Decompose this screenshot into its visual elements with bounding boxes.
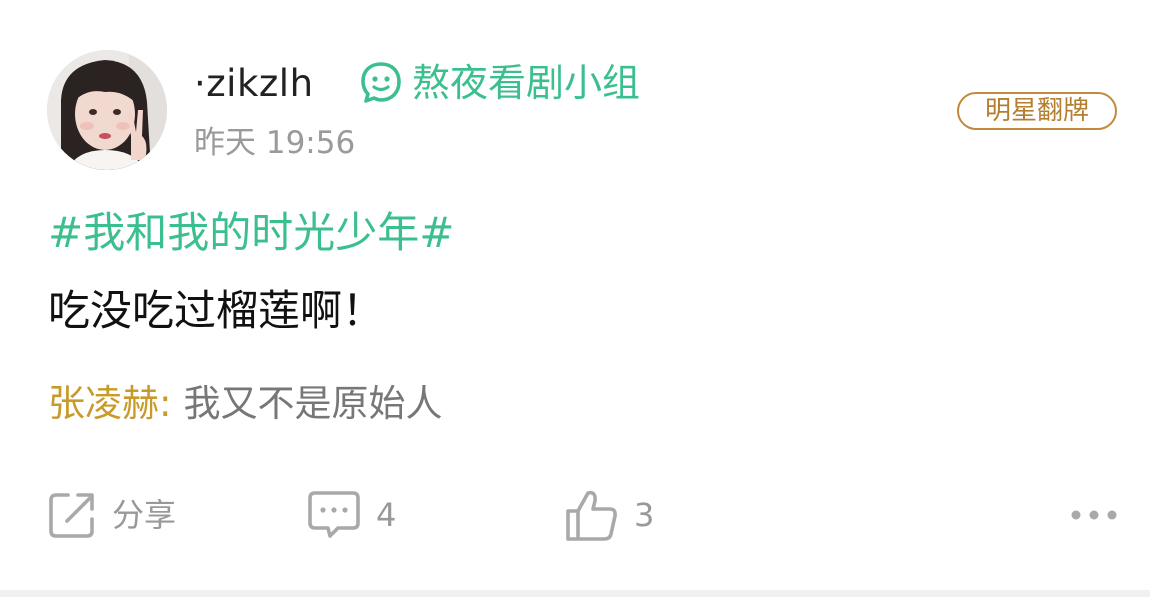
reply-separator: : bbox=[159, 382, 172, 425]
post-text: 吃没吃过榴莲啊！ bbox=[48, 286, 385, 335]
user-avatar-photo bbox=[47, 50, 167, 170]
more-dots-icon[interactable] bbox=[1066, 500, 1122, 530]
avatar[interactable] bbox=[47, 50, 167, 170]
comment-icon bbox=[308, 491, 360, 538]
hashtag-topic[interactable]: #我和我的时光少年# bbox=[48, 204, 454, 262]
comment-button[interactable]: 4 bbox=[306, 487, 396, 543]
star-badge-button[interactable]: 明星翻牌 bbox=[957, 92, 1117, 130]
reply-text: 我又不是原始人 bbox=[183, 382, 443, 425]
like-count: 3 bbox=[634, 496, 655, 534]
featured-reply[interactable]: 张凌赫: 我又不是原始人 bbox=[48, 378, 442, 430]
share-label: 分享 bbox=[112, 496, 177, 534]
group-name: 熬夜看剧小组 bbox=[412, 61, 641, 105]
post-card: ·zikzlh 熬夜看剧小组 昨天 19:56 明星翻牌 #我和我的时光少年# … bbox=[0, 0, 1150, 590]
reply-author[interactable]: 张凌赫 bbox=[48, 382, 159, 425]
post-time: 昨天 19:56 bbox=[194, 125, 356, 161]
thumbs-up-icon bbox=[566, 490, 617, 541]
group-tag[interactable]: 熬夜看剧小组 bbox=[358, 58, 640, 108]
smiley-bubble-icon bbox=[361, 62, 401, 103]
share-button[interactable]: 分享 bbox=[46, 487, 176, 543]
comment-count: 4 bbox=[376, 496, 397, 534]
like-button[interactable]: 3 bbox=[564, 487, 654, 543]
share-icon bbox=[49, 493, 94, 538]
username[interactable]: ·zikzlh bbox=[194, 60, 314, 108]
divider bbox=[0, 590, 1150, 597]
